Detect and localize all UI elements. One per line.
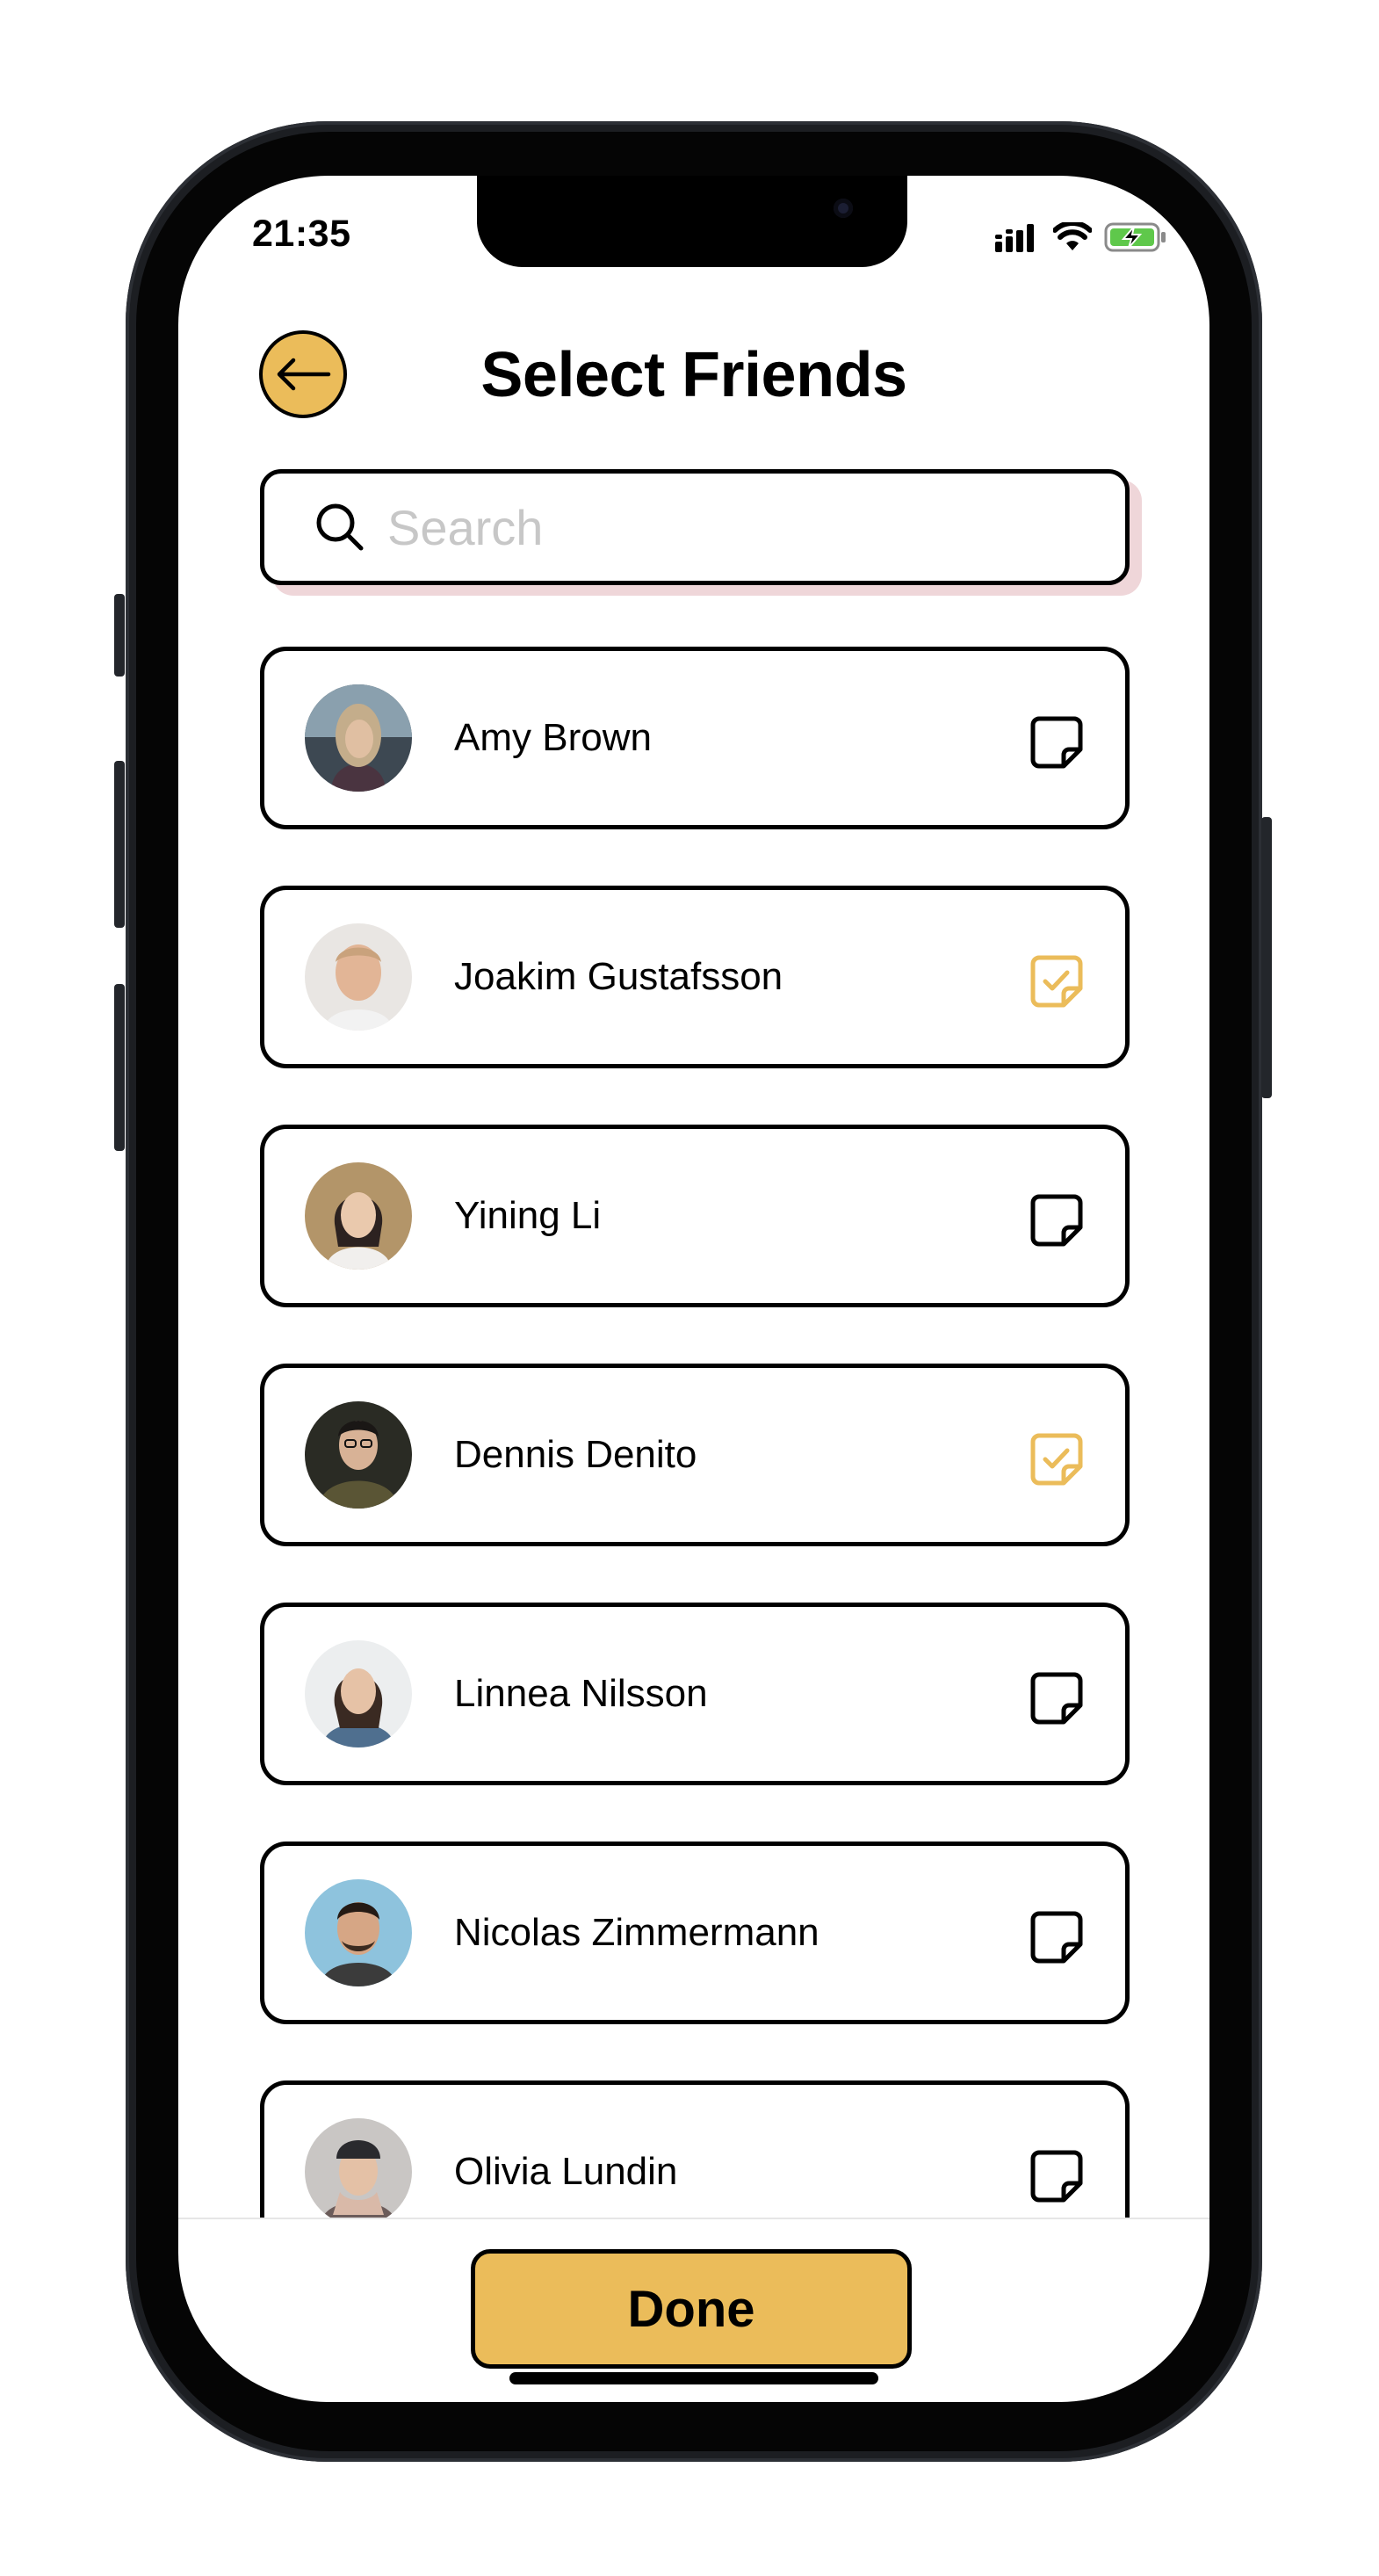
friend-name: Amy Brown (454, 716, 652, 759)
friend-card[interactable]: Linnea Nilsson (260, 1603, 1130, 1785)
avatar (305, 684, 412, 792)
power-button (1261, 817, 1272, 1098)
avatar (305, 923, 412, 1031)
wifi-icon (1053, 222, 1092, 250)
status-time: 21:35 (252, 213, 351, 255)
home-indicator (509, 2372, 878, 2384)
friend-name: Yining Li (454, 1194, 602, 1237)
avatar (305, 1879, 412, 1986)
search-container (260, 469, 1142, 596)
search-input[interactable] (386, 497, 1057, 557)
checkbox-unchecked-icon[interactable] (1029, 1909, 1085, 1965)
avatar (305, 1162, 412, 1270)
avatar (305, 2118, 412, 2218)
friend-card[interactable]: Amy Brown (260, 647, 1130, 829)
friend-card[interactable]: Dennis Denito (260, 1364, 1130, 1546)
friend-card[interactable]: Joakim Gustafsson (260, 886, 1130, 1068)
friend-card[interactable]: Olivia Lundin (260, 2080, 1130, 2218)
friend-card[interactable]: Yining Li (260, 1125, 1130, 1307)
cellular-signal-icon (995, 224, 1034, 252)
battery-charging-icon (1104, 222, 1166, 252)
status-icons (995, 220, 1167, 255)
friend-card[interactable]: Nicolas Zimmermann (260, 1842, 1130, 2024)
avatar (305, 1640, 412, 1747)
mute-switch (114, 594, 125, 677)
search-icon (314, 501, 366, 554)
notch (477, 176, 907, 267)
checkbox-unchecked-icon[interactable] (1029, 714, 1085, 771)
front-camera (834, 199, 853, 218)
checkbox-unchecked-icon[interactable] (1029, 1192, 1085, 1248)
search-box[interactable] (260, 469, 1130, 585)
friend-name: Dennis Denito (454, 1433, 697, 1476)
avatar (305, 1401, 412, 1509)
checkbox-checked-icon[interactable] (1029, 953, 1085, 1009)
friend-name: Nicolas Zimmermann (454, 1911, 819, 1954)
checkbox-unchecked-icon[interactable] (1029, 1670, 1085, 1726)
done-button[interactable]: Done (471, 2249, 912, 2369)
bottom-bar-divider (178, 2218, 1209, 2219)
app-screen: 21:35 Select Friends Search Amy Brown Jo… (178, 176, 1209, 2402)
checkbox-checked-icon[interactable] (1029, 1431, 1085, 1487)
page-title: Select Friends (480, 340, 907, 410)
friend-name: Joakim Gustafsson (454, 955, 783, 998)
volume-down-button (114, 984, 125, 1151)
friends-list: Amy Brown Joakim Gustafsson Yining Li De… (260, 647, 1130, 2218)
checkbox-unchecked-icon[interactable] (1029, 2148, 1085, 2204)
friend-name: Olivia Lundin (454, 2150, 678, 2193)
volume-up-button (114, 761, 125, 928)
friend-name: Linnea Nilsson (454, 1672, 708, 1715)
